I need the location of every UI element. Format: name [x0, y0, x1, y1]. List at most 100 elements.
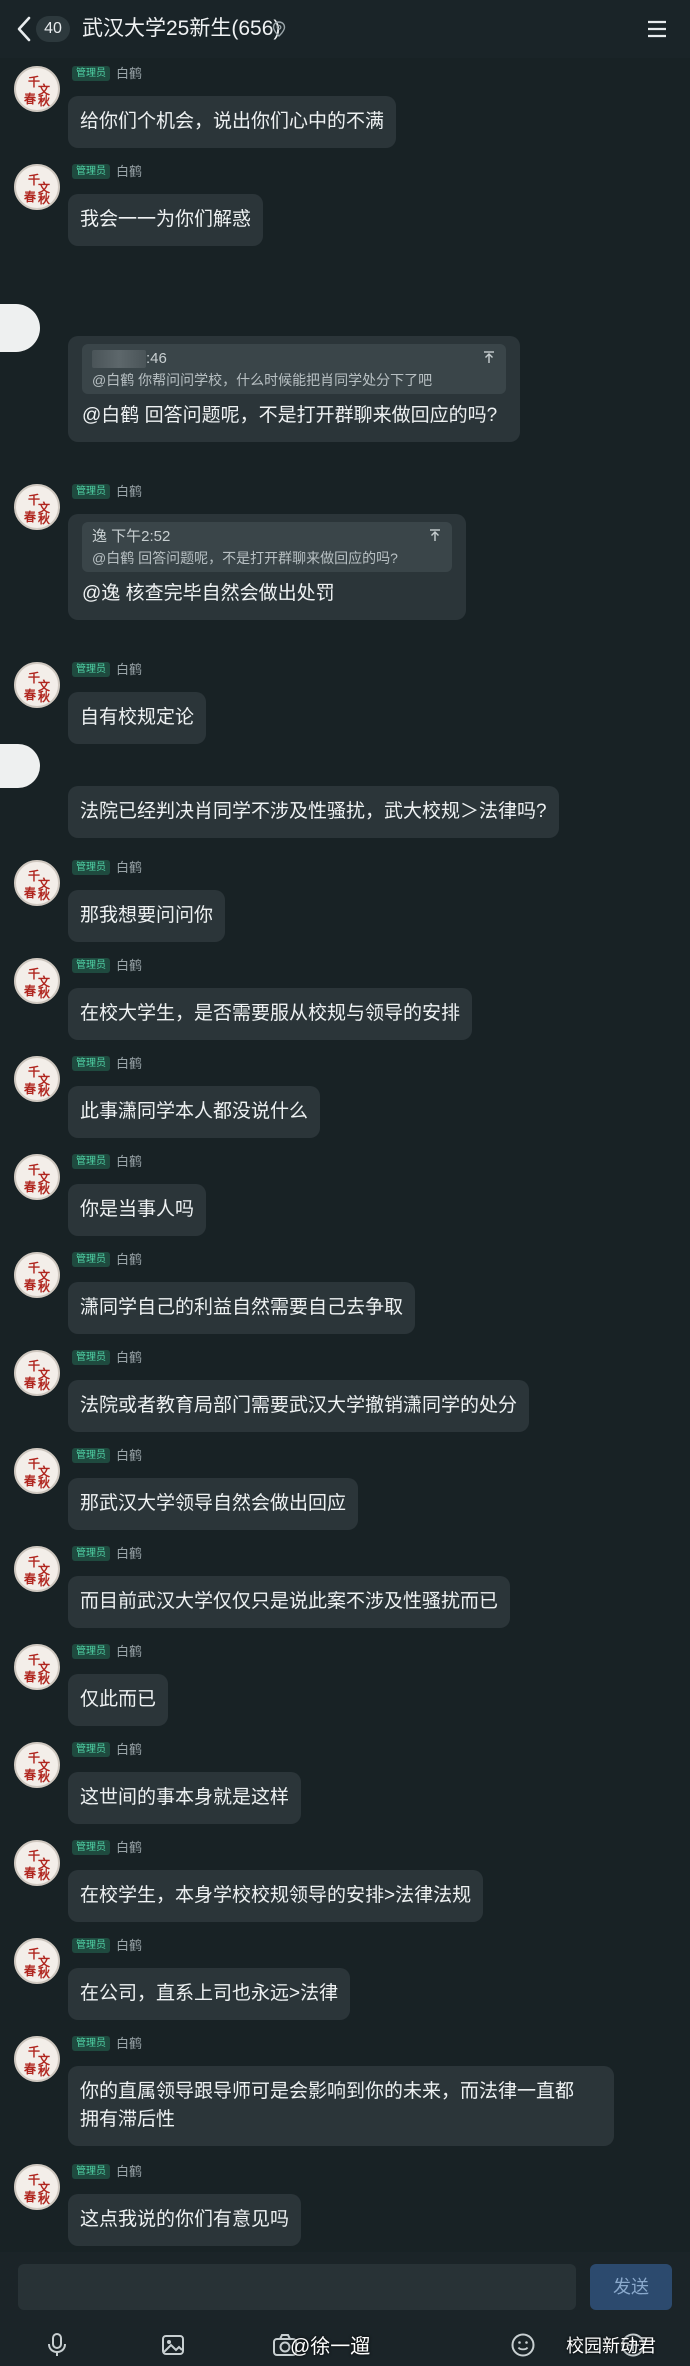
avatar[interactable]: 千文 春秋: [14, 1938, 60, 1984]
sender-name: 白鹤: [116, 484, 143, 499]
avatar[interactable]: 千文 春秋: [14, 164, 60, 210]
send-button[interactable]: 发送: [590, 2264, 672, 2310]
message-bubble[interactable]: 你的直属领导跟导师可是会影响到你的未来，而法律一直都 拥有滞后性: [68, 2066, 614, 2146]
role-badge: 管理员: [72, 66, 110, 81]
avatar[interactable]: 千文 春秋: [14, 1742, 60, 1788]
avatar[interactable]: 千文 春秋: [14, 958, 60, 1004]
menu-icon[interactable]: [646, 19, 668, 39]
message-text: 这世间的事本身就是这样: [80, 1787, 290, 1808]
message-text: 在校学生，本身学校校规领导的安排>法律法规: [80, 1885, 472, 1906]
sender-name: 白鹤: [116, 2164, 143, 2179]
message-input[interactable]: [18, 2264, 576, 2310]
avatar[interactable]: 千文 春秋: [14, 2164, 60, 2210]
role-badge: 管理员: [72, 958, 110, 973]
message-bubble[interactable]: 此事潇同学本人都没说什么: [68, 1086, 321, 1138]
role-badge: 管理员: [72, 860, 110, 875]
message-text: 那武汉大学领导自然会做出回应: [80, 1493, 347, 1514]
input-bar: 发送 @徐一遛 校园新动君: [0, 2252, 690, 2366]
message-text: 在校大学生，是否需要服从校规与领导的安排: [80, 1003, 461, 1024]
message-bubble[interactable]: 在校大学生，是否需要服从校规与领导的安排: [68, 988, 473, 1040]
chat-header: 40 武汉大学25新生(656): [0, 0, 690, 58]
avatar[interactable]: 千文 春秋: [14, 860, 60, 906]
message-bubble[interactable]: 潇同学自己的利益自然需要自己去争取: [68, 1282, 416, 1334]
message-bubble[interactable]: 自有校规定论: [68, 692, 207, 744]
avatar[interactable]: 千文 春秋: [14, 1056, 60, 1102]
message-bubble[interactable]: 法院已经判决肖同学不涉及性骚扰，武大校规＞法律吗?: [68, 786, 559, 838]
sender-name: 白鹤: [116, 958, 143, 973]
role-badge: 管理员: [72, 1448, 110, 1463]
avatar[interactable]: 千文 春秋: [14, 1840, 60, 1886]
jump-to-top-icon[interactable]: [428, 528, 442, 542]
message-bubble[interactable]: 法院或者教育局部门需要武汉大学撤销潇同学的处分: [68, 1380, 530, 1432]
avatar[interactable]: [0, 744, 40, 788]
message-text: 在公司，直系上司也永远>法律: [80, 1983, 339, 2004]
role-badge: 管理员: [72, 1644, 110, 1659]
quoted-message[interactable]: 逸 下午2:52 @白鹤 回答问题呢，不是打开群聊来做回应的吗?: [82, 522, 452, 572]
role-badge: 管理员: [72, 1252, 110, 1267]
message-bubble[interactable]: 这世间的事本身就是这样: [68, 1772, 302, 1824]
role-badge: 管理员: [72, 1056, 110, 1071]
avatar[interactable]: 千文 春秋: [14, 484, 60, 530]
role-badge: 管理员: [72, 2164, 110, 2179]
avatar[interactable]: 千文 春秋: [14, 2036, 60, 2082]
sender-name: 白鹤: [116, 1252, 143, 1267]
message-text: 潇同学自己的利益自然需要自己去争取: [80, 1297, 404, 1318]
message-bubble[interactable]: 那我想要问问你: [68, 890, 226, 942]
sender-name: 白鹤: [116, 1350, 143, 1365]
avatar[interactable]: 千文 春秋: [14, 662, 60, 708]
avatar[interactable]: [0, 304, 40, 352]
quoted-message[interactable]: :46 @白鹤 你帮问问学校，什么时候能把肖同学处分下了吧: [82, 344, 506, 394]
message-text: 此事潇同学本人都没说什么: [80, 1101, 309, 1122]
source-watermark: 校园新动君: [566, 2336, 656, 2356]
sender-name: 白鹤: [116, 662, 143, 677]
avatar[interactable]: 千文 春秋: [14, 66, 60, 112]
role-badge: 管理员: [72, 1350, 110, 1365]
quote-sender-time: 逸 下午2:52: [92, 528, 171, 545]
sender-name: 白鹤: [116, 1056, 143, 1071]
message-text: 法院已经判决肖同学不涉及性骚扰，武大校规＞法律吗?: [80, 801, 547, 822]
sender-name: 白鹤: [116, 164, 143, 179]
sender-name: 白鹤: [116, 1448, 143, 1463]
message-bubble[interactable]: 逸 下午2:52 @白鹤 回答问题呢，不是打开群聊来做回应的吗? @逸 核查完毕…: [68, 514, 466, 620]
message-text: 自有校规定论: [80, 707, 195, 728]
back-arrow-icon[interactable]: [14, 14, 36, 44]
microphone-icon[interactable]: [44, 2332, 70, 2358]
message-bubble[interactable]: :46 @白鹤 你帮问问学校，什么时候能把肖同学处分下了吧 @白鹤 回答问题呢，…: [68, 336, 520, 442]
quote-text: @白鹤 回答问题呢，不是打开群聊来做回应的吗?: [92, 550, 398, 566]
message-text: 仅此而已: [80, 1689, 157, 1710]
unread-count-badge[interactable]: 40: [36, 16, 70, 42]
avatar[interactable]: 千文 春秋: [14, 1154, 60, 1200]
message-text-line: 拥有滞后性: [80, 2109, 176, 2130]
emoji-icon[interactable]: [510, 2332, 536, 2358]
message-bubble[interactable]: 而目前武汉大学仅仅只是说此案不涉及性骚扰而已: [68, 1576, 511, 1628]
group-title[interactable]: 武汉大学25新生(656): [82, 14, 280, 44]
avatar[interactable]: 千文 春秋: [14, 1350, 60, 1396]
avatar[interactable]: 千文 春秋: [14, 1252, 60, 1298]
image-icon[interactable]: [160, 2332, 186, 2358]
jump-to-top-icon[interactable]: [482, 350, 496, 364]
message-bubble[interactable]: 在校学生，本身学校校规领导的安排>法律法规: [68, 1870, 484, 1922]
role-badge: 管理员: [72, 1742, 110, 1757]
message-bubble[interactable]: 这点我说的你们有意见吗: [68, 2194, 302, 2246]
message-bubble[interactable]: 给你们个机会，说出你们心中的不满: [68, 96, 397, 148]
blurred-name: [92, 350, 146, 369]
sender-name: 白鹤: [116, 2036, 143, 2051]
message-bubble[interactable]: 那武汉大学领导自然会做出回应: [68, 1478, 359, 1530]
role-badge: 管理员: [72, 662, 110, 677]
sender-name: 白鹤: [116, 860, 143, 875]
quote-time: :46: [146, 350, 167, 367]
avatar[interactable]: 千文 春秋: [14, 1644, 60, 1690]
sender-name: 白鹤: [116, 1840, 143, 1855]
role-badge: 管理员: [72, 1840, 110, 1855]
avatar[interactable]: 千文 春秋: [14, 1546, 60, 1592]
message-bubble[interactable]: 在公司，直系上司也永远>法律: [68, 1968, 351, 2020]
message-bubble[interactable]: 我会一一为你们解惑: [68, 194, 264, 246]
message-bubble[interactable]: 仅此而已: [68, 1674, 169, 1726]
message-text: 法院或者教育局部门需要武汉大学撤销潇同学的处分: [80, 1395, 518, 1416]
role-badge: 管理员: [72, 164, 110, 179]
message-text: @白鹤 回答问题呢，不是打开群聊来做回应的吗?: [82, 405, 498, 426]
avatar[interactable]: 千文 春秋: [14, 1448, 60, 1494]
sender-name: 白鹤: [116, 1644, 143, 1659]
message-text: 我会一一为你们解惑: [80, 209, 252, 230]
message-bubble[interactable]: 你是当事人吗: [68, 1184, 207, 1236]
